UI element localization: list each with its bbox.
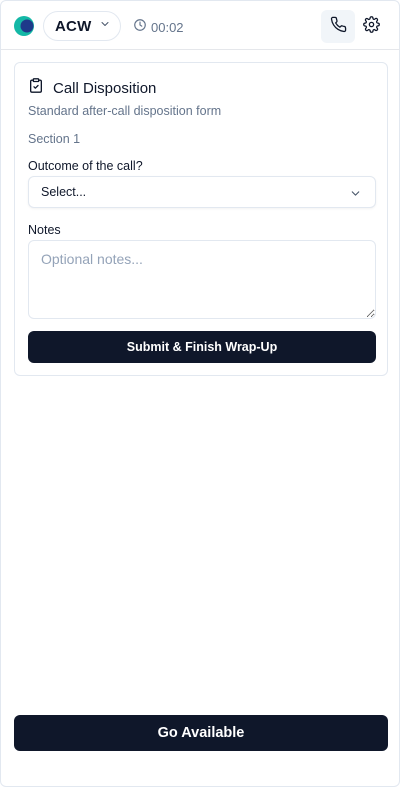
app-logo	[14, 16, 34, 36]
settings-button[interactable]	[361, 15, 382, 38]
clock-icon	[133, 18, 147, 37]
outcome-label: Outcome of the call?	[28, 159, 143, 173]
submit-finish-wrapup-button[interactable]: Submit & Finish Wrap-Up	[28, 331, 376, 363]
timer-value: 00:02	[151, 20, 184, 35]
clipboard-check-icon	[28, 77, 44, 99]
disposition-card: Call Disposition Standard after-call dis…	[14, 62, 388, 376]
status-label: ACW	[55, 17, 92, 35]
gear-icon	[363, 15, 380, 38]
top-bar: ACW 00:02	[1, 1, 400, 50]
chevron-down-icon	[349, 187, 362, 205]
call-timer: 00:02	[133, 18, 184, 37]
card-title: Call Disposition	[53, 79, 157, 97]
notes-label: Notes	[28, 223, 61, 237]
go-available-button[interactable]: Go Available	[14, 715, 388, 751]
notes-textarea[interactable]	[28, 240, 376, 319]
phone-icon	[330, 16, 347, 38]
section-label: Section 1	[28, 132, 81, 146]
chevron-down-icon	[97, 17, 111, 35]
app-frame: ACW 00:02 Call Disposition Standard afte…	[0, 0, 400, 787]
outcome-select[interactable]: Select...	[28, 176, 376, 208]
card-header: Call Disposition	[28, 77, 156, 99]
phone-button[interactable]	[321, 10, 355, 43]
status-dropdown[interactable]: ACW	[43, 11, 121, 41]
outcome-select-value: Select...	[41, 185, 87, 199]
card-subtitle: Standard after-call disposition form	[28, 104, 222, 118]
